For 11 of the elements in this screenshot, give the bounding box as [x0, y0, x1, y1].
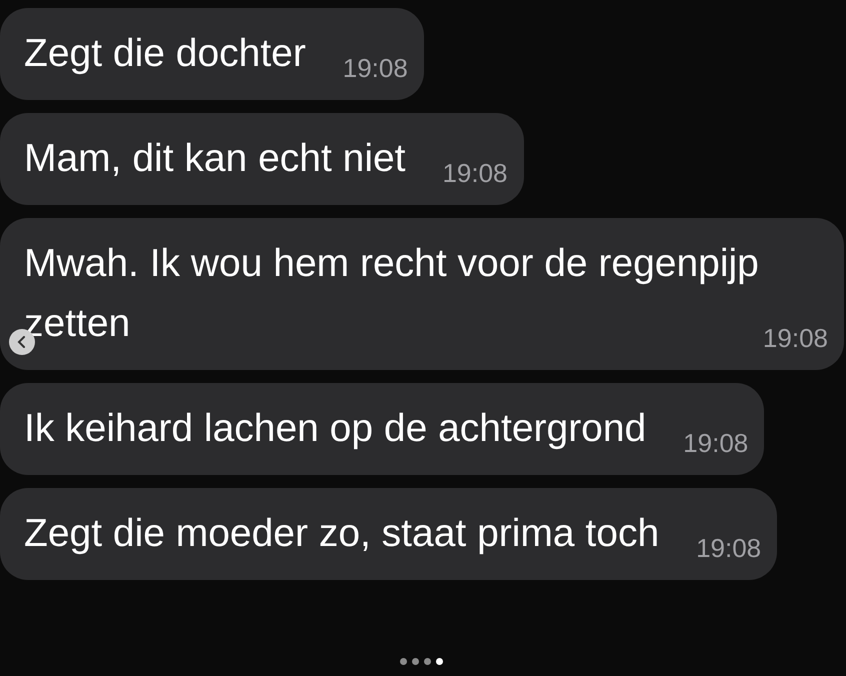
message-time: 19:08	[696, 532, 762, 564]
message-text: Zegt die dochter	[24, 32, 306, 75]
message-text: Mam, dit kan echt niet	[24, 137, 406, 180]
message-time: 19:08	[342, 52, 408, 84]
message-time: 19:08	[762, 322, 828, 354]
message-text: Mwah. Ik wou hem recht voor de regenpijp zetten	[24, 242, 759, 345]
message-text: Ik keihard lachen op de achtergrond	[24, 407, 646, 450]
message-time: 19:08	[442, 157, 508, 189]
message-time: 19:08	[683, 427, 748, 459]
chevron-left-icon	[17, 336, 27, 348]
message-text: Zegt die moeder zo, staat prima toch	[24, 512, 660, 555]
